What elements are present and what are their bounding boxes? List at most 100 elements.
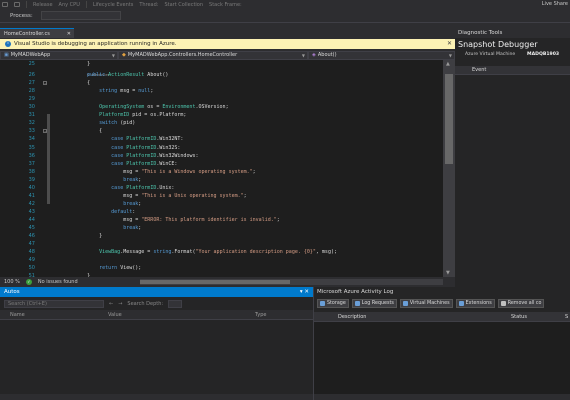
close-icon[interactable]: ✕: [447, 40, 452, 47]
tab-homecontroller[interactable]: HomeController.cs ✕: [0, 28, 74, 38]
line-number: 40: [28, 184, 35, 191]
code-line[interactable]: default:: [63, 209, 135, 215]
event-column-header[interactable]: Event: [455, 66, 570, 75]
collapse-icon[interactable]: −: [43, 81, 47, 85]
column-s[interactable]: S: [565, 314, 568, 320]
code-line[interactable]: }: [63, 61, 90, 67]
code-line[interactable]: break;: [63, 201, 141, 207]
code-line[interactable]: return View();: [63, 265, 141, 271]
code-line[interactable]: case PlatformID.Win32Windows:: [63, 153, 198, 159]
arrow-left-icon[interactable]: ←: [109, 301, 113, 307]
close-icon[interactable]: ✕: [67, 31, 71, 37]
search-depth-label: Search Depth:: [127, 300, 164, 307]
info-icon: i: [5, 41, 11, 47]
code-line[interactable]: case PlatformID.WinCE:: [63, 161, 177, 167]
line-number: 35: [28, 144, 35, 151]
chevron-down-icon: ▼: [301, 52, 305, 58]
chevron-down-icon: ▼: [448, 52, 452, 58]
toolbar-icon[interactable]: [2, 2, 8, 7]
info-bar: i Visual Studio is debugging an applicat…: [0, 39, 455, 49]
pin-icon[interactable]: ▾ ✕: [300, 289, 309, 295]
config-combo[interactable]: Release: [33, 2, 53, 8]
platform-combo[interactable]: Any CPU: [59, 2, 80, 8]
line-number: 26: [28, 72, 35, 79]
start-collection-button[interactable]: Start Collection: [164, 2, 203, 8]
line-number: 28: [28, 88, 35, 95]
lifecycle-events-button[interactable]: Lifecycle Events: [93, 2, 133, 8]
toolbar-icon[interactable]: [14, 2, 20, 7]
member-combo[interactable]: ◈ About() ▼: [308, 50, 455, 60]
tab-label: HomeController.cs: [4, 30, 50, 37]
scroll-up-icon[interactable]: ▲: [446, 61, 450, 67]
code-line[interactable]: case PlatformID.Win32S:: [63, 145, 180, 151]
code-editor[interactable]: 0 references − − 25 } 26 public ActionRes…: [0, 60, 443, 277]
project-combo[interactable]: ▣ MyMADWebApp ▼: [0, 50, 118, 60]
scrollbar-thumb[interactable]: [140, 280, 290, 284]
code-line[interactable]: break;: [63, 177, 141, 183]
column-value[interactable]: Value: [108, 312, 255, 318]
code-line[interactable]: ViewBag.Message = string.Format("Your ap…: [63, 249, 337, 255]
line-number: 37: [28, 160, 35, 167]
scrollbar-thumb[interactable]: [445, 74, 453, 164]
code-line[interactable]: {: [63, 80, 90, 86]
line-number: 25: [28, 61, 35, 67]
extensions-button[interactable]: Extensions: [455, 299, 495, 308]
scroll-down-icon[interactable]: ▼: [446, 270, 450, 276]
autos-title-bar: Autos ▾ ✕: [0, 287, 313, 297]
column-status[interactable]: Status: [511, 314, 565, 320]
column-description[interactable]: Description: [314, 314, 511, 320]
code-line[interactable]: case PlatformID.Unix:: [63, 185, 174, 191]
arrow-right-icon[interactable]: →: [118, 301, 122, 307]
line-number: 50: [28, 265, 35, 272]
process-combo[interactable]: [40, 11, 121, 20]
code-line[interactable]: case PlatformID.Win32NT:: [63, 136, 183, 142]
search-input[interactable]: Search (Ctrl+E): [4, 299, 104, 308]
live-share-button[interactable]: Live Share: [542, 1, 568, 7]
azure-activity-log-panel: Microsoft Azure Activity Log Storage Log…: [313, 287, 570, 400]
code-line[interactable]: {: [63, 128, 102, 134]
column-name[interactable]: Name: [0, 312, 108, 318]
search-depth-combo[interactable]: [168, 299, 183, 308]
line-number: 42: [28, 200, 35, 207]
code-line[interactable]: msg = "ERROR: This platform identifier i…: [63, 217, 280, 223]
code-line[interactable]: OperatingSystem os = Environment.OSVersi…: [63, 104, 228, 110]
log-requests-button[interactable]: Log Requests: [351, 299, 397, 308]
line-number: 38: [28, 168, 35, 175]
line-number: 41: [28, 192, 35, 199]
storage-button[interactable]: Storage: [317, 299, 349, 308]
issues-status[interactable]: No issues found: [38, 279, 78, 285]
autos-search-row: Search (Ctrl+E) ← → Search Depth:: [4, 299, 309, 308]
line-number: 34: [28, 136, 35, 143]
autos-panel: Autos ▾ ✕ Search (Ctrl+E) ← → Search Dep…: [0, 287, 313, 400]
code-line[interactable]: msg = "This is a Windows operating syste…: [63, 169, 255, 175]
process-label: Process:: [10, 12, 33, 19]
panel-title: Microsoft Azure Activity Log: [317, 289, 394, 295]
remove-all-button[interactable]: Remove all co: [497, 299, 545, 308]
code-line[interactable]: public ActionResult About(): [63, 72, 168, 78]
code-line[interactable]: switch (pid): [63, 120, 135, 126]
code-line[interactable]: }: [63, 233, 102, 239]
zoom-level[interactable]: 100 %: [4, 279, 20, 285]
chevron-down-icon: ▼: [111, 52, 115, 58]
undo-icon: [2, 2, 8, 7]
line-number: 30: [28, 104, 35, 111]
line-number: 43: [28, 208, 35, 215]
line-number: 36: [28, 152, 35, 159]
column-type[interactable]: Type: [255, 312, 266, 318]
csharp-icon: ▣: [4, 52, 9, 58]
vertical-scrollbar[interactable]: ▲ ▼: [443, 60, 455, 277]
line-number: 32: [28, 120, 35, 127]
line-number: 39: [28, 176, 35, 183]
horizontal-scrollbar[interactable]: [140, 279, 443, 285]
remove-icon: [500, 301, 506, 306]
main-toolbar: Release Any CPU Lifecycle Events Thread:…: [0, 0, 570, 9]
code-line[interactable]: PlatformID pid = os.Platform;: [63, 112, 186, 118]
code-line[interactable]: string msg = null;: [63, 88, 153, 94]
collapse-icon[interactable]: −: [43, 129, 47, 133]
class-combo[interactable]: ◆ MyMADWebApp.Controllers.HomeController…: [118, 50, 308, 60]
line-number: 46: [28, 233, 35, 240]
activity-list[interactable]: [314, 322, 570, 394]
code-line[interactable]: break;: [63, 225, 141, 231]
code-line[interactable]: msg = "This is a Unix operating system."…: [63, 193, 246, 199]
virtual-machines-button[interactable]: Virtual Machines: [399, 299, 453, 308]
